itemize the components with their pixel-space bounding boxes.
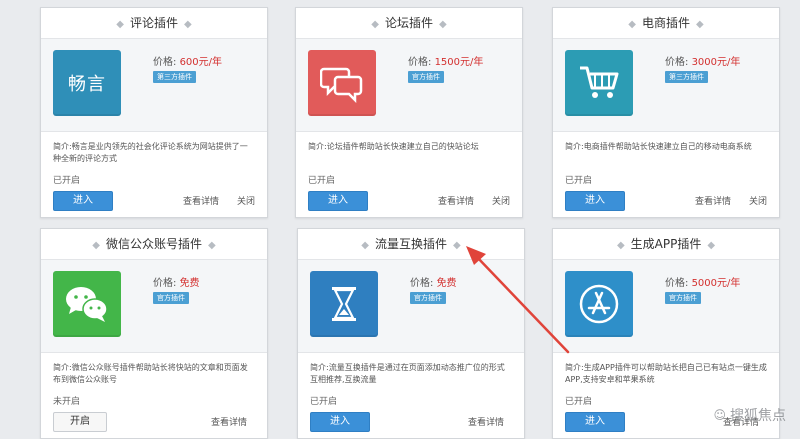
plugin-type-badge: 第三方插件 xyxy=(665,71,708,83)
plugin-type-badge: 第三方插件 xyxy=(153,71,196,83)
title-dot-icon: ◆ xyxy=(371,19,379,30)
view-details-link[interactable]: 查看详情 xyxy=(211,415,247,428)
title-dot-icon: ◆ xyxy=(707,240,716,251)
changyan-logo-icon: 畅言 xyxy=(53,50,121,116)
title-dot-icon: ◆ xyxy=(453,240,461,251)
close-plugin-link[interactable]: 关闭 xyxy=(749,194,767,207)
wechat-icon xyxy=(53,271,121,337)
title-dot-icon: ◆ xyxy=(184,19,192,30)
app-store-icon xyxy=(565,271,633,337)
price-value: 3000元/年 xyxy=(691,57,741,68)
view-details-link[interactable]: 查看详情 xyxy=(183,194,219,207)
enter-button[interactable]: 进入 xyxy=(565,191,625,211)
price: 价格: 1500元/年 xyxy=(408,57,484,68)
card-actions: 进入 查看详情 关闭 xyxy=(296,187,522,217)
plugin-grid: ◆ 评论插件 ◆ 畅言 价格: 600元/年 第三方插件 简介:畅言是业内领先的社会… xyxy=(0,0,800,439)
card-title: ◆ 论坛插件 ◆ xyxy=(296,8,522,39)
card-header-area: 价格: 3000元/年 第三方插件 xyxy=(553,39,779,132)
enter-button[interactable]: 进入 xyxy=(310,412,370,432)
price: 价格: 免费 xyxy=(410,278,457,289)
watermark: ☺ 搜狐焦点 xyxy=(713,405,786,425)
price-value: 600元/年 xyxy=(179,57,223,68)
plugin-type-badge: 官方插件 xyxy=(408,71,444,83)
card-actions: 进入 查看详情 xyxy=(298,408,524,438)
card-title: ◆ 生成APP插件 ◆ xyxy=(553,229,779,260)
card-header-area: 价格: 5000元/年 官方插件 xyxy=(553,260,779,353)
plugin-description: 简介:畅言是业内领先的社会化评论系统为网站提供了一种全新的评论方式 xyxy=(53,142,248,163)
title-dot-icon: ◆ xyxy=(92,240,100,251)
enter-button[interactable]: 进入 xyxy=(565,412,625,432)
enter-button[interactable]: 进入 xyxy=(53,191,113,211)
card-title: ◆ 电商插件 ◆ xyxy=(553,8,779,39)
watermark-logo-icon: ☺ xyxy=(713,408,726,422)
watermark-text: 搜狐焦点 xyxy=(730,408,786,424)
plugin-status: 已开启 xyxy=(53,176,81,186)
plugin-type-badge: 官方插件 xyxy=(665,292,701,304)
card-title: ◆ 评论插件 ◆ xyxy=(41,8,267,39)
price-value: 免费 xyxy=(179,278,200,289)
title-dot-icon: ◆ xyxy=(616,240,625,251)
plugin-status: 未开启 xyxy=(53,397,81,407)
price: 价格: 600元/年 xyxy=(153,57,223,68)
card-actions: 开启 查看详情 xyxy=(41,408,267,438)
price: 价格: 免费 xyxy=(153,278,200,289)
price: 价格: 3000元/年 xyxy=(665,57,741,68)
plugin-card-comment: ◆ 评论插件 ◆ 畅言 价格: 600元/年 第三方插件 简介:畅言是业内领先的社会… xyxy=(40,7,268,218)
card-title: ◆ 微信公众账号插件 ◆ xyxy=(41,229,267,260)
chat-bubbles-icon xyxy=(308,50,376,116)
enter-button[interactable]: 进入 xyxy=(308,191,368,211)
card-header-area: 价格: 免费 官方插件 xyxy=(298,260,524,353)
title-dot-icon: ◆ xyxy=(696,19,704,30)
title-dot-icon: ◆ xyxy=(116,19,124,30)
title-dot-icon: ◆ xyxy=(628,19,636,30)
plugin-description: 简介:生成APP插件可以帮助站长把自己已有站点一键生成APP,支持安卓和苹果系统 xyxy=(565,363,767,384)
title-dot-icon: ◆ xyxy=(208,240,216,251)
shopping-cart-icon xyxy=(565,50,633,116)
plugin-description: 简介:论坛插件帮助站长快速建立自己的快站论坛 xyxy=(308,142,479,151)
enable-button[interactable]: 开启 xyxy=(53,412,107,432)
plugin-card-forum: ◆ 论坛插件 ◆ 价格: 1500元/年 官方插件 简介:论坛插件帮助站长快速建立自… xyxy=(295,7,523,218)
view-details-link[interactable]: 查看详情 xyxy=(695,194,731,207)
card-actions: 进入 查看详情 关闭 xyxy=(553,187,779,217)
plugin-status: 已开启 xyxy=(565,176,593,186)
card-header-area: 价格: 1500元/年 官方插件 xyxy=(296,39,522,132)
card-header-area: 畅言 价格: 600元/年 第三方插件 xyxy=(41,39,267,132)
plugin-description: 简介:流量互换插件是通过在页面添加动态推广位的形式互相推荐,互换流量 xyxy=(310,363,505,384)
plugin-description: 简介:微信公众账号插件帮助站长将快站的文章和页面发布到微信公众账号 xyxy=(53,363,248,384)
plugin-card-traffic-exchange: ◆ 流量互换插件 ◆ 价格: 免费 官方插件 简介:流量互换插件是通过在页面添加动态… xyxy=(297,228,525,439)
card-actions: 进入 查看详情 关闭 xyxy=(41,187,267,217)
card-header-area: 价格: 免费 官方插件 xyxy=(41,260,267,353)
view-details-link[interactable]: 查看详情 xyxy=(468,415,504,428)
price-value: 5000元/年 xyxy=(691,278,741,289)
plugin-card-wechat: ◆ 微信公众账号插件 ◆ 价格: 免费 官方插件 简介:微信公众账号插件帮助站长将快… xyxy=(40,228,268,439)
plugin-status: 已开启 xyxy=(310,397,338,407)
plugin-type-badge: 官方插件 xyxy=(410,292,446,304)
view-details-link[interactable]: 查看详情 xyxy=(438,194,474,207)
title-dot-icon: ◆ xyxy=(361,240,369,251)
plugin-type-badge: 官方插件 xyxy=(153,292,189,304)
hourglass-icon xyxy=(310,271,378,337)
card-title: ◆ 流量互换插件 ◆ xyxy=(298,229,524,260)
price-value: 1500元/年 xyxy=(434,57,484,68)
title-dot-icon: ◆ xyxy=(439,19,447,30)
price-value: 免费 xyxy=(436,278,457,289)
plugin-card-ecommerce: ◆ 电商插件 ◆ 价格: 3000元/年 第三方插件 简介:电商插件帮助站长快速建立… xyxy=(552,7,780,218)
close-plugin-link[interactable]: 关闭 xyxy=(237,194,255,207)
plugin-status: 已开启 xyxy=(308,176,336,186)
plugin-description: 简介:电商插件帮助站长快速建立自己的移动电商系统 xyxy=(565,142,752,151)
close-plugin-link[interactable]: 关闭 xyxy=(492,194,510,207)
price: 价格: 5000元/年 xyxy=(665,278,741,289)
